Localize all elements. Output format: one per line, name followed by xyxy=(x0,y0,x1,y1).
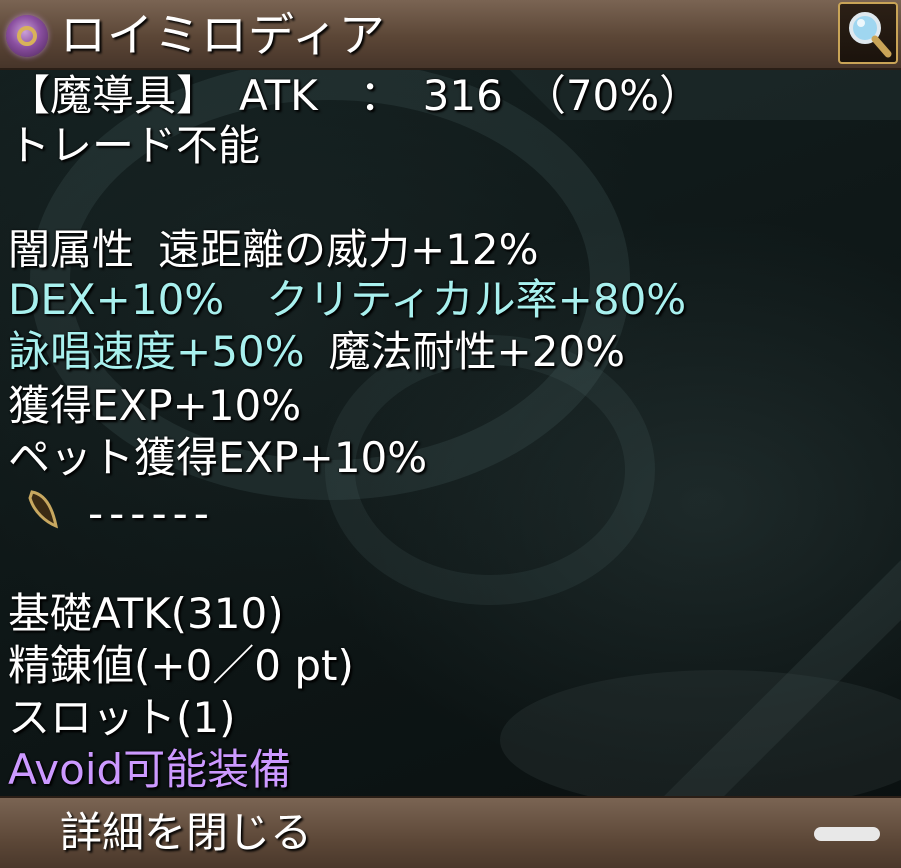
magnifier-icon xyxy=(849,12,892,58)
pet-exp-bonus: ペット獲得EXP+10% xyxy=(8,433,428,482)
dex-crit-line: DEX+10% クリティカル率+80% xyxy=(8,275,687,324)
bottom-bar: 詳細を閉じる xyxy=(0,796,901,868)
magic-resist: 魔法耐性+20% xyxy=(328,327,626,376)
magnifier-button[interactable] xyxy=(838,2,898,64)
cast-speed-resist-line: 詠唱速度+50% 魔法耐性+20% xyxy=(8,326,625,378)
slot-count: スロット(1) xyxy=(8,693,236,742)
card-slot-empty: ------ xyxy=(88,489,215,538)
close-details-button[interactable]: 詳細を閉じる xyxy=(60,804,312,862)
base-atk: 基礎ATK(310) xyxy=(8,589,284,638)
cast-speed: 詠唱速度+50% xyxy=(8,327,305,376)
element-range-line: 闇属性 遠距離の威力+12% xyxy=(8,224,539,276)
exp-bonus: 獲得EXP+10% xyxy=(8,381,302,430)
title-bar: ロイミロディア xyxy=(0,0,901,70)
item-name: ロイミロディア xyxy=(60,8,386,62)
trade-restriction: トレード不能 xyxy=(8,121,261,170)
refine-value: 精錬値(+0／0 pt) xyxy=(8,641,354,690)
avoid-equip: Avoid可能装備 xyxy=(8,745,292,794)
scroll-handle[interactable] xyxy=(814,827,880,841)
ranged-power: 遠距離の威力+12% xyxy=(158,225,539,274)
orb-icon xyxy=(6,15,48,57)
element-attribute: 闇属性 xyxy=(8,225,135,274)
type-atk-line: 【魔導具】 ATK ： 316 （70%） xyxy=(8,71,702,120)
card-slot-icon xyxy=(28,490,59,529)
